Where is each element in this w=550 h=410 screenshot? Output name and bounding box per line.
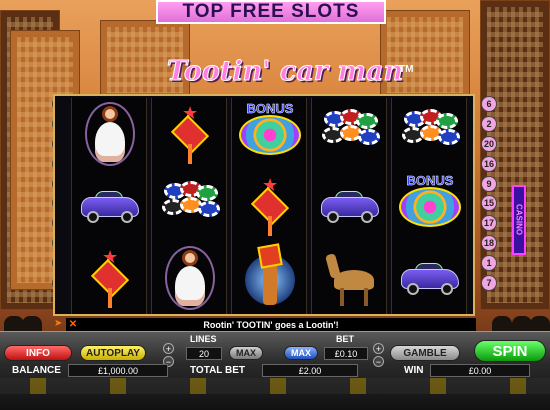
payline-number[interactable]: 16: [481, 155, 497, 172]
reel-2: ★: [151, 98, 227, 314]
showgirl-symbol: [165, 246, 215, 310]
car-symbol: [319, 189, 381, 223]
message-bar: Rootin' TOOTIN' goes a Lootin'!: [66, 318, 476, 331]
arrow-right-icon: ➤: [54, 318, 63, 329]
bonus-symbol: BONUS: [395, 173, 465, 239]
lines-increase-button[interactable]: +: [163, 343, 174, 354]
max-lines-button[interactable]: MAX: [229, 346, 263, 360]
welcome-sign-symbol: ★: [170, 104, 210, 164]
reel-cell: [312, 98, 388, 170]
bonus-label: BONUS: [246, 101, 294, 117]
bonus-symbol: BONUS: [235, 101, 305, 167]
reel-cell: [392, 242, 468, 314]
close-icon[interactable]: ✕: [66, 318, 80, 331]
welcome-sign-symbol: ★: [90, 248, 130, 308]
reel-cell: [72, 170, 148, 242]
payline-number[interactable]: 20: [481, 135, 497, 152]
casino-chips-symbol: [160, 181, 220, 231]
reel-4: [311, 98, 387, 314]
reel-cell: [72, 98, 148, 170]
trademark-mark: TM: [399, 64, 414, 75]
payline-number[interactable]: 6: [481, 96, 497, 112]
max-bet-button[interactable]: MAX: [284, 346, 318, 360]
reel-cell: [392, 98, 468, 170]
reel-cell: ★: [72, 242, 148, 314]
game-title-logo: Tootin' car man: [166, 55, 404, 87]
reel-cell: BONUS: [232, 98, 308, 170]
bonus-label: BONUS: [406, 173, 454, 189]
reel-cell: [312, 242, 388, 314]
payline-number[interactable]: 7: [481, 275, 497, 292]
robot-symbol: [245, 243, 295, 311]
payline-number[interactable]: 2: [481, 115, 497, 132]
total-bet-label: TOTAL BET: [190, 365, 245, 376]
reel-cell: [312, 170, 388, 242]
win-value: £0.00: [430, 364, 530, 377]
car-symbol: [399, 261, 461, 295]
reel-cell: [152, 242, 228, 314]
panel-stripe: [0, 378, 550, 394]
payline-number[interactable]: 15: [481, 195, 497, 212]
lines-label: LINES: [190, 334, 217, 344]
gamble-button[interactable]: GAMBLE: [390, 345, 460, 361]
reel-cell: [152, 170, 228, 242]
bet-decrease-button[interactable]: −: [373, 356, 384, 367]
spin-button[interactable]: SPIN: [474, 340, 546, 362]
reel-5: BONUS: [391, 98, 467, 314]
bet-label: BET: [336, 334, 354, 344]
balance-label: BALANCE: [12, 365, 61, 376]
reel-cell: ★: [152, 98, 228, 170]
info-button[interactable]: INFO: [4, 345, 72, 361]
lines-value: 20: [186, 347, 222, 360]
balance-value: £1,000.00: [68, 364, 168, 377]
slot-game: CASINO TOP FREE SLOTS Tootin' car man TM…: [0, 0, 550, 410]
reel-3: BONUS ★: [231, 98, 307, 314]
payline-number[interactable]: 9: [481, 175, 497, 192]
payline-number[interactable]: 17: [481, 215, 497, 232]
bet-increase-button[interactable]: +: [373, 343, 384, 354]
payline-number[interactable]: 18: [481, 235, 497, 252]
autoplay-button[interactable]: AUTOPLAY: [80, 345, 146, 361]
showgirl-symbol: [85, 102, 135, 166]
payline-strip-right: 6 2 20 16 9 15 17 18 1 7: [481, 96, 499, 295]
reel-1: ★: [71, 98, 147, 314]
win-label: WIN: [404, 365, 424, 376]
reel-cell: ★: [232, 170, 308, 242]
control-panel: INFO AUTOPLAY + − LINES 20 MAX MAX BET £…: [0, 331, 550, 410]
brand-banner: TOP FREE SLOTS: [156, 0, 386, 24]
reel-cell: BONUS: [392, 170, 468, 242]
casino-sign: CASINO: [512, 185, 526, 255]
welcome-sign-symbol: ★: [250, 176, 290, 236]
bet-value: £0.10: [324, 347, 368, 360]
car-symbol: [79, 189, 141, 223]
casino-chips-symbol: [320, 109, 380, 159]
payline-number[interactable]: 1: [481, 255, 497, 272]
camel-symbol: [320, 248, 380, 308]
reels-area: ★ ★ BONUS ★ BONUS: [53, 94, 475, 316]
casino-chips-symbol: [400, 109, 460, 159]
total-bet-value: £2.00: [262, 364, 358, 377]
reel-cell: [232, 242, 308, 314]
